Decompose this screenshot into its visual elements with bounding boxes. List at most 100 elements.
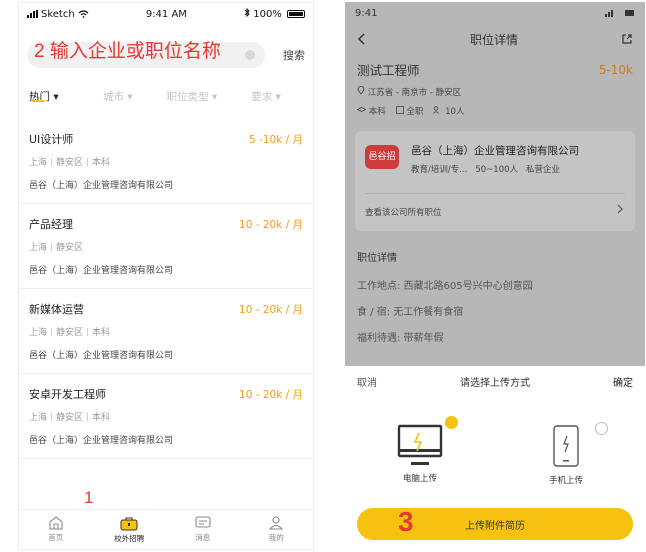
divider xyxy=(87,157,89,166)
job-title: 测试工程师 xyxy=(357,63,420,78)
back-icon[interactable] xyxy=(357,33,367,45)
detail-food: 食 / 宿: 无工作餐有食宿 xyxy=(357,307,464,318)
company-tags: 教育/培训/专... 50~100人 私营企业 xyxy=(411,163,560,175)
option-label: 电脑上传 xyxy=(402,474,437,484)
nav-bar: 职位详情 xyxy=(345,24,645,54)
job-city: 上海 xyxy=(29,413,48,423)
filter-city[interactable]: 城市 ▾ xyxy=(81,89,155,104)
job-card[interactable]: UI设计师 5 -10k / 月 上海 静安区 本科 邑谷（上海）企业管理咨询有… xyxy=(19,119,313,204)
job-company: 邑谷（上海）企业管理咨询有限公司 xyxy=(29,266,174,276)
tab-label: 我的 xyxy=(268,533,284,542)
mobile-phone-icon xyxy=(553,425,579,467)
checked-icon xyxy=(445,416,458,429)
job-tags-row: 本科 全职 10人 xyxy=(356,105,633,117)
carrier-label: Sketch xyxy=(41,8,75,20)
bottom-tab-bar: 首页 校外招聘 消息 我的 xyxy=(19,509,313,549)
home-icon xyxy=(49,516,63,530)
search-button[interactable]: 搜索 xyxy=(265,47,305,63)
job-city: 上海 xyxy=(29,328,48,338)
job-location: 江苏省 - 南京市 - 静安区 xyxy=(367,88,462,98)
user-icon xyxy=(269,516,284,530)
divider xyxy=(51,157,53,166)
job-headcount: 10人 xyxy=(445,107,465,117)
wifi-icon xyxy=(78,10,89,18)
desktop-icon xyxy=(397,424,443,465)
detail-address: 工作地点: 西藏北路605号兴中心创意园 xyxy=(357,281,533,292)
sheet-header: 取消 请选择上传方式 确定 xyxy=(345,366,645,396)
location-group: 江苏省 - 南京市 - 静安区 xyxy=(357,85,462,98)
job-title-row: 产品经理 10 - 20k / 月 xyxy=(29,204,303,232)
people-icon xyxy=(433,106,440,114)
type-group: 全职 xyxy=(395,105,423,117)
unchecked-icon xyxy=(595,422,608,435)
tab-profile[interactable]: 我的 xyxy=(246,516,306,543)
job-meta: 上海 静安区 本科 xyxy=(29,325,303,338)
clear-icon[interactable] xyxy=(245,50,255,60)
job-title-row: UI设计师 5 -10k / 月 xyxy=(29,119,303,147)
status-time: 9:41 xyxy=(355,7,378,19)
company-logo: 邑谷招 xyxy=(365,145,399,169)
tab-campus-recruit[interactable]: 校外招聘 xyxy=(99,516,159,544)
option-desktop-upload[interactable]: 电脑上传 xyxy=(385,416,458,484)
divider xyxy=(51,412,53,421)
job-district: 静安区 xyxy=(56,243,84,253)
job-meta: 上海 静安区 本科 xyxy=(29,410,303,423)
graduation-cap-icon xyxy=(356,107,367,112)
section-title: 职位详情 xyxy=(357,253,397,264)
job-card[interactable]: 新媒体运营 10 - 20k / 月 上海 静安区 本科 邑谷（上海）企业管理咨… xyxy=(19,289,313,374)
bluetooth-icon xyxy=(244,7,250,18)
signal-icon xyxy=(27,10,38,18)
tab-label: 消息 xyxy=(195,533,211,542)
job-city: 上海 xyxy=(29,158,48,168)
search-placeholder-annotation: 2 输入企业或职位名称 xyxy=(34,41,221,62)
divider xyxy=(87,327,89,336)
calendar-icon xyxy=(395,106,404,114)
upload-method-sheet: 取消 请选择上传方式 确定 电脑上传 手机上传 上传附件简历 xyxy=(345,366,645,550)
cancel-button[interactable]: 取消 xyxy=(357,374,377,389)
carrier-group: Sketch xyxy=(27,9,89,20)
company-ownership: 私营企业 xyxy=(526,165,561,175)
job-title: UI设计师 xyxy=(29,133,74,146)
job-title: 安卓开发工程师 xyxy=(29,388,106,401)
job-list: UI设计师 5 -10k / 月 上海 静安区 本科 邑谷（上海）企业管理咨询有… xyxy=(19,119,313,459)
page-title: 职位详情 xyxy=(469,32,518,47)
job-header: 测试工程师 5-10k 江苏省 - 南京市 - 静安区 本科 全职 10人 xyxy=(345,54,645,117)
company-card[interactable]: 邑谷招 邑谷（上海）企业管理咨询有限公司 教育/培训/专... 50~100人 … xyxy=(355,131,635,231)
job-card[interactable]: 安卓开发工程师 10 - 20k / 月 上海 静安区 本科 邑谷（上海）企业管… xyxy=(19,374,313,459)
sheet-title: 请选择上传方式 xyxy=(460,377,530,389)
job-company: 邑谷（上海）企业管理咨询有限公司 xyxy=(29,181,174,191)
job-title: 产品经理 xyxy=(29,218,73,231)
confirm-button[interactable]: 确定 xyxy=(613,374,633,389)
job-title-row: 测试工程师 5-10k xyxy=(357,60,633,79)
job-salary: 10 - 20k / 月 xyxy=(239,388,303,401)
job-meta: 上海 静安区 本科 xyxy=(29,155,303,168)
share-icon[interactable] xyxy=(621,33,633,45)
job-meta: 上海 静安区 xyxy=(29,240,303,253)
job-list-screen: Sketch 9:41 AM 100% 搜索 热门 ▾ 城市 ▾ 职位类型 ▾ … xyxy=(18,2,314,550)
divider xyxy=(365,193,625,194)
job-salary: 5 -10k / 月 xyxy=(249,133,303,146)
job-card[interactable]: 产品经理 10 - 20k / 月 上海 静安区 邑谷（上海）企业管理咨询有限公… xyxy=(19,204,313,289)
view-all-jobs-link[interactable]: 查看该公司所有职位 xyxy=(365,206,442,218)
job-degree: 本科 xyxy=(92,158,111,168)
job-city: 上海 xyxy=(29,243,48,253)
step-3-annotation: 3 xyxy=(398,506,414,537)
dimmed-backdrop[interactable]: 9:41 职位详情 测试工程师 5-10k 江苏省 - 南京市 - 静安区 本科… xyxy=(345,2,645,366)
job-title: 新媒体运营 xyxy=(29,303,84,316)
job-degree: 本科 xyxy=(92,328,111,338)
filter-bar: 热门 ▾ 城市 ▾ 职位类型 ▾ 要求 ▾ xyxy=(19,75,313,119)
tab-messages[interactable]: 消息 xyxy=(173,516,233,543)
job-salary: 5-10k xyxy=(598,62,633,77)
option-mobile-upload[interactable]: 手机上传 xyxy=(531,422,608,486)
option-label: 手机上传 xyxy=(548,476,583,486)
location-pin-icon xyxy=(357,85,365,95)
filter-job-type[interactable]: 职位类型 ▾ xyxy=(155,89,229,104)
briefcase-icon xyxy=(120,517,138,530)
tab-label: 首页 xyxy=(48,533,64,542)
job-district: 静安区 xyxy=(56,413,84,423)
filter-requirement[interactable]: 要求 ▾ xyxy=(229,89,303,104)
tab-home[interactable]: 首页 xyxy=(26,516,86,543)
job-company: 邑谷（上海）企业管理咨询有限公司 xyxy=(29,351,174,361)
headcount-group: 10人 xyxy=(433,105,464,117)
battery-icon xyxy=(287,10,305,18)
